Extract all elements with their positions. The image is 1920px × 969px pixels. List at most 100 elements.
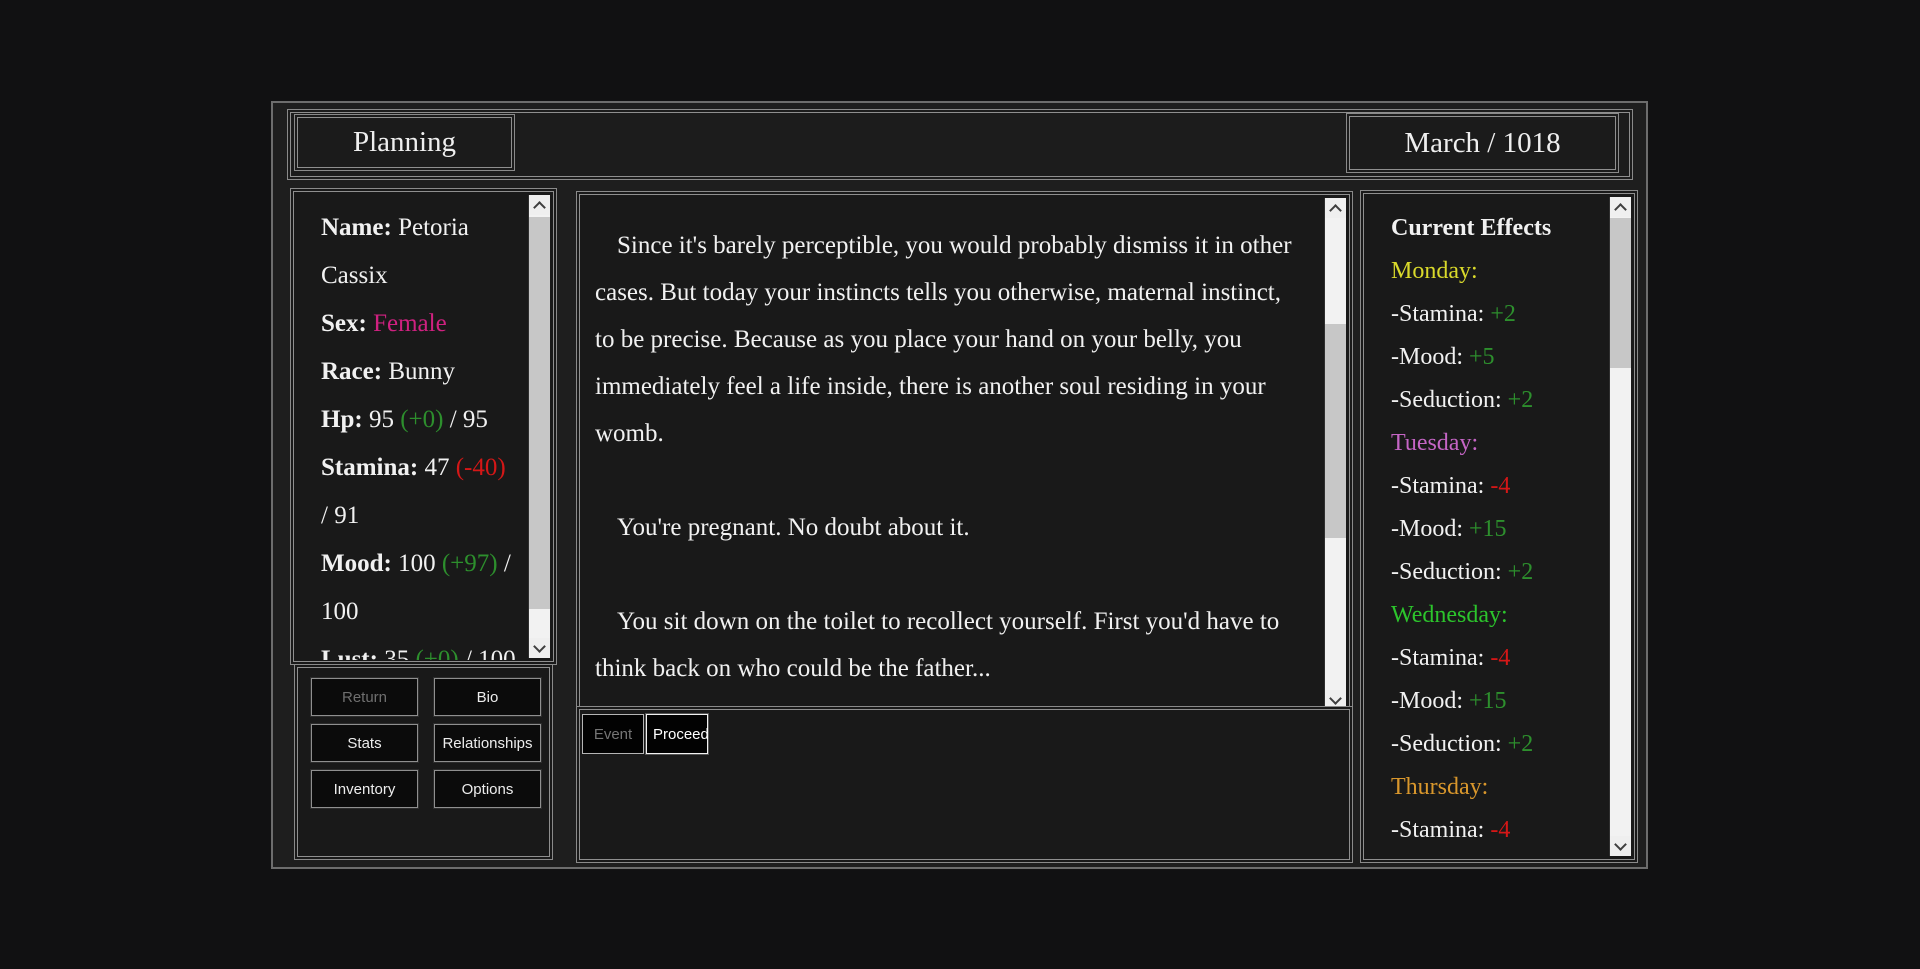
stat-part-label: Lust: [321, 646, 384, 660]
stat-part-label: Mood: [321, 550, 398, 577]
stat-part-text: 95 [369, 406, 400, 433]
effect-stat-name: -Mood: [1391, 688, 1469, 714]
stat-part-text: Bunny [388, 358, 455, 385]
action-panel: EventProceed [576, 706, 1353, 863]
effect-stat-name: -Mood: [1391, 516, 1469, 542]
effects-panel: Current Effects Monday:-Stamina: +2-Mood… [1360, 190, 1638, 863]
stat-part-text: 35 [384, 646, 415, 660]
stat-line: Hp: 95 (+0) / 95 [321, 396, 518, 444]
menu-panel: Return Bio Stats Relationships Inventory Opti… [294, 664, 553, 860]
date-label: March / 1018 [1347, 114, 1618, 172]
scroll-down-button[interactable] [1610, 836, 1631, 856]
scrollbar-thumb[interactable] [1610, 218, 1631, 368]
scroll-up-button[interactable] [529, 195, 550, 215]
stat-part-label: Stamina: [321, 454, 424, 481]
effect-stat-value: +2 [1508, 731, 1534, 757]
screen-title-box: Planning [294, 114, 515, 171]
menu-buttons: Return Bio Stats Relationships Inventory Opti… [311, 678, 541, 808]
game-window: Planning March / 1018 Name: Petoria Cass… [271, 101, 1648, 869]
stat-part-label: Sex: [321, 310, 373, 337]
stat-part-text: 47 [424, 454, 455, 481]
chevron-up-icon [1614, 203, 1627, 216]
scrollbar-track[interactable] [1610, 217, 1631, 836]
story-paragraph: You're pregnant. No doubt about it. [595, 504, 1292, 551]
menu-button-inventory[interactable]: Inventory [311, 770, 418, 808]
scrollbar-track[interactable] [1325, 218, 1346, 690]
scroll-up-button[interactable] [1610, 197, 1631, 217]
character-panel-scrollbar[interactable] [528, 195, 550, 658]
effect-stat-value: -4 [1490, 473, 1510, 499]
stat-part-positive: (+0) [415, 646, 458, 660]
effect-stat-line: -Mood: +15 [1391, 508, 1603, 551]
story-panel-scrollbar[interactable] [1324, 198, 1346, 710]
effect-stat-name: -Seduction: [1391, 559, 1508, 585]
action-button-proceed[interactable]: Proceed [646, 714, 708, 754]
stat-part-text: / 91 [321, 502, 359, 529]
stat-part-positive: (+0) [400, 406, 443, 433]
effect-stat-line: -Stamina: -4 [1391, 809, 1603, 852]
menu-button-stats[interactable]: Stats [311, 724, 418, 762]
menu-button-options[interactable]: Options [434, 770, 541, 808]
stat-line: Name: Petoria Cassix [321, 204, 518, 300]
stat-line: Lust: 35 (+0) / 100 [321, 636, 518, 660]
stat-line: Mood: 100 (+97) / 100 [321, 540, 518, 636]
stat-part-label: Race: [321, 358, 388, 385]
effect-day-label: Thursday: [1391, 766, 1603, 809]
stat-part-text: / 95 [443, 406, 487, 433]
effect-stat-value: +2 [1508, 559, 1534, 585]
effect-stat-name: -Stamina: [1391, 645, 1490, 671]
menu-button-relationships[interactable]: Relationships [434, 724, 541, 762]
chevron-down-icon [1614, 838, 1627, 851]
action-button-event[interactable]: Event [582, 714, 644, 754]
effect-stat-line: -Mood: +15 [1391, 680, 1603, 723]
effect-stat-name: -Stamina: [1391, 301, 1490, 327]
effect-stat-value: +5 [1469, 344, 1495, 370]
effects-list: Monday:-Stamina: +2-Mood: +5-Seduction: … [1391, 250, 1603, 852]
effect-stat-value: +15 [1469, 516, 1507, 542]
stat-line: Sex: Female [321, 300, 518, 348]
effect-stat-line: -Mood: +5 [1391, 336, 1603, 379]
story-paragraph: Since it's barely perceptible, you would… [595, 222, 1292, 457]
scrollbar-thumb[interactable] [529, 217, 550, 609]
effect-stat-name: -Seduction: [1391, 731, 1508, 757]
chevron-down-icon [1329, 692, 1342, 705]
effect-day-label: Monday: [1391, 250, 1603, 293]
story-text: Since it's barely perceptible, you would… [581, 196, 1318, 712]
screen-title: Planning [295, 115, 514, 170]
story-paragraph: You sit down on the toilet to recollect … [595, 598, 1292, 692]
effect-stat-name: -Seduction: [1391, 387, 1508, 413]
effect-stat-value: +2 [1490, 301, 1516, 327]
effect-day-label: Tuesday: [1391, 422, 1603, 465]
chevron-up-icon [533, 201, 546, 214]
stat-part-text: 100 [398, 550, 442, 577]
effect-day-label: Wednesday: [1391, 594, 1603, 637]
scroll-down-button[interactable] [529, 638, 550, 658]
effect-stat-name: -Mood: [1391, 344, 1469, 370]
effect-stat-line: -Stamina: +2 [1391, 293, 1603, 336]
stat-part-female: Female [373, 310, 447, 337]
stat-line: Stamina: 47 (-40) / 91 [321, 444, 518, 540]
character-panel: Name: Petoria CassixSex: FemaleRace: Bun… [290, 188, 557, 665]
scrollbar-thumb[interactable] [1325, 324, 1346, 538]
effect-stat-value: -4 [1490, 645, 1510, 671]
scrollbar-track[interactable] [529, 215, 550, 638]
effect-stat-line: -Stamina: -4 [1391, 465, 1603, 508]
stat-part-negative: (-40) [456, 454, 506, 481]
effects-panel-scrollbar[interactable] [1609, 197, 1631, 856]
effect-stat-line: -Stamina: -4 [1391, 637, 1603, 680]
scroll-up-button[interactable] [1325, 198, 1346, 218]
effect-stat-value: +15 [1469, 688, 1507, 714]
effect-stat-line: -Seduction: +2 [1391, 379, 1603, 422]
effect-stat-name: -Stamina: [1391, 817, 1490, 843]
menu-button-bio[interactable]: Bio [434, 678, 541, 716]
effect-stat-value: +2 [1508, 387, 1534, 413]
effect-stat-name: -Stamina: [1391, 473, 1490, 499]
menu-button-return[interactable]: Return [311, 678, 418, 716]
stat-line: Race: Bunny [321, 348, 518, 396]
date-box: March / 1018 [1346, 113, 1619, 173]
effects-title: Current Effects [1391, 207, 1603, 250]
stat-part-positive: (+97) [442, 550, 498, 577]
effects-content: Current Effects Monday:-Stamina: +2-Mood… [1365, 195, 1607, 858]
effect-stat-line: -Seduction: +2 [1391, 723, 1603, 766]
stat-part-label: Name: [321, 214, 398, 241]
